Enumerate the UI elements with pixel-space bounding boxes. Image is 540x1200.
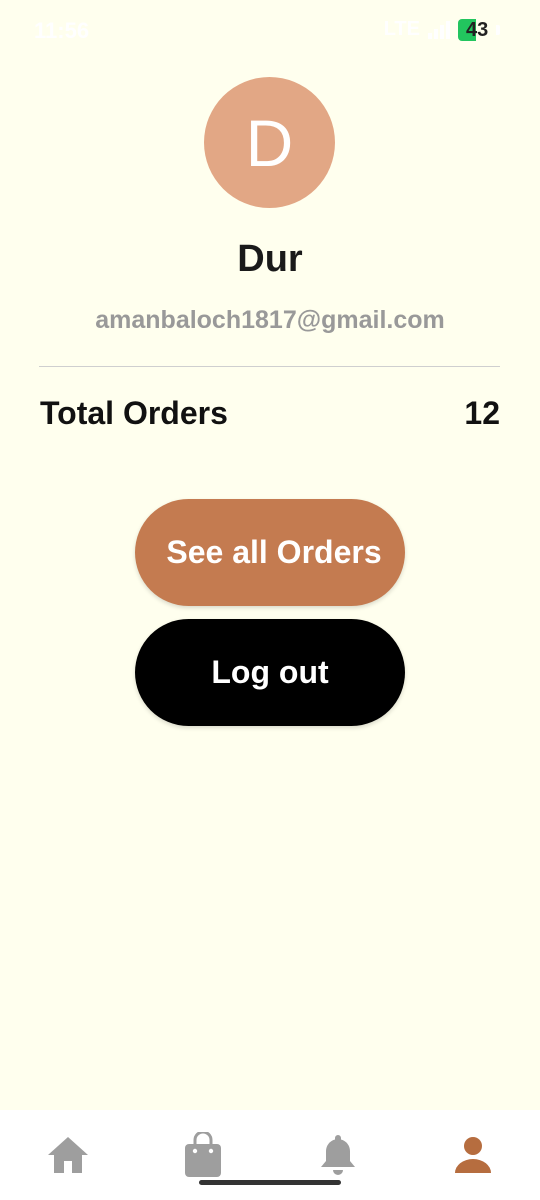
- status-right: LTE 43: [384, 18, 504, 41]
- home-icon: [47, 1137, 88, 1173]
- shopping-bag-icon: [184, 1132, 221, 1177]
- divider: [39, 366, 500, 367]
- total-orders-label: Total Orders: [40, 395, 228, 431]
- nav-item-notifications[interactable]: [308, 1125, 368, 1185]
- bell-icon: [320, 1135, 355, 1175]
- total-orders-row: Total Orders 12: [40, 395, 500, 432]
- home-indicator: [199, 1180, 341, 1185]
- battery-level: 43: [466, 18, 489, 41]
- status-time: 11:56: [34, 18, 90, 43]
- logout-button[interactable]: Log out: [135, 619, 405, 726]
- signal-icon: [428, 20, 450, 39]
- profile-name: Dur: [237, 238, 303, 280]
- see-all-orders-button[interactable]: See all Orders: [135, 499, 405, 606]
- network-label: LTE: [383, 18, 420, 40]
- profile-email: amanbaloch1817@gmail.com: [95, 306, 445, 334]
- nav-item-profile[interactable]: [443, 1125, 503, 1185]
- battery-icon: 43: [458, 18, 504, 41]
- nav-item-home[interactable]: [38, 1125, 98, 1185]
- avatar-letter: D: [245, 105, 294, 180]
- bottom-nav: [0, 1110, 540, 1200]
- total-orders-count: 12: [464, 395, 500, 431]
- avatar: D: [204, 77, 335, 208]
- nav-item-shop[interactable]: [173, 1125, 233, 1185]
- status-bar: 11:56 LTE 43: [0, 0, 540, 60]
- person-icon: [454, 1137, 491, 1173]
